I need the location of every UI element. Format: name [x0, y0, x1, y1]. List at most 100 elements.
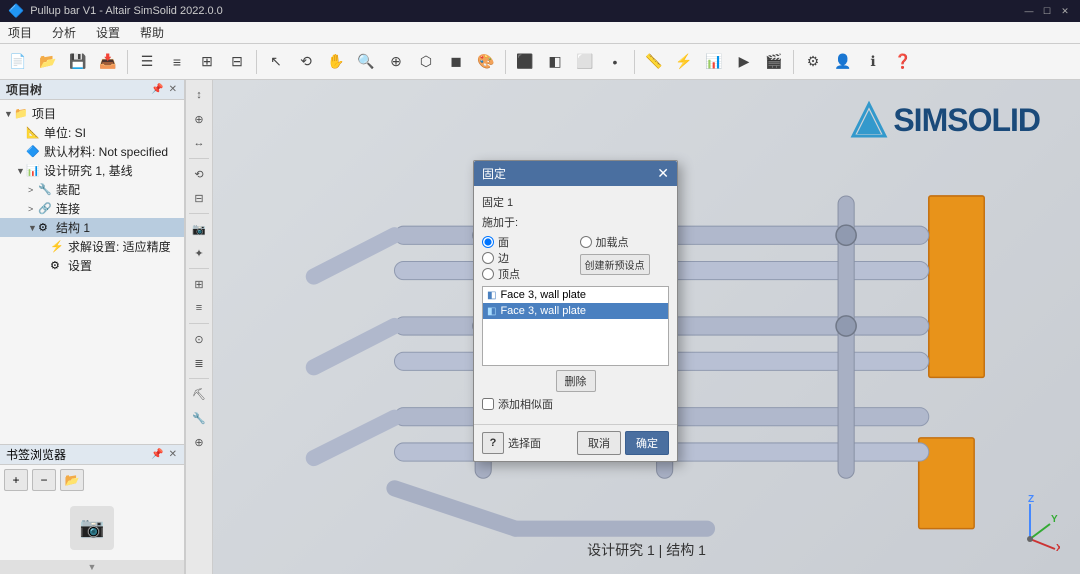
tree-icon-connection: 🔗	[38, 202, 54, 215]
menu-help[interactable]: 帮助	[136, 22, 168, 43]
panel-pin-icon[interactable]: 📌	[150, 83, 164, 96]
bookmark-panel-icons: 📌 ✕	[150, 448, 178, 461]
close-button[interactable]: ✕	[1058, 4, 1072, 18]
rt-grid[interactable]: ⊞	[187, 273, 211, 295]
rt-select[interactable]: ↕	[187, 84, 211, 106]
main-layout: 项目树 📌 ✕ ▼ 📁 项目 📐 单位: SI 🔷 默认材	[0, 80, 1080, 574]
tb-video[interactable]: 🎬	[760, 48, 788, 76]
tree-item-assembly[interactable]: > 🔧 装配	[0, 180, 184, 199]
main-toolbar: 📄 📂 💾 📥 ☰ ≡ ⊞ ⊟ ↖ ⟲ ✋ 🔍 ⊕ ⬡ ◼ 🎨 ⬛ ◧ ⬜ • …	[0, 44, 1080, 80]
tb-face[interactable]: ◧	[541, 48, 569, 76]
tree-item-unit[interactable]: 📐 单位: SI	[0, 123, 184, 142]
applies-to-label: 施加于:	[482, 214, 669, 230]
tb-grid[interactable]: ⊞	[193, 48, 221, 76]
sep2	[256, 50, 257, 74]
rt-rotate[interactable]: ⟲	[187, 163, 211, 185]
tb-zoom2[interactable]: ⊕	[382, 48, 410, 76]
bookmark-delete-btn[interactable]: −	[32, 469, 56, 491]
cancel-button[interactable]: 取消	[577, 431, 621, 455]
radio-edge-input[interactable]	[482, 252, 494, 264]
tb-open[interactable]: 📂	[34, 48, 62, 76]
tb-new[interactable]: 📄	[4, 48, 32, 76]
tree-item-structure[interactable]: ▼ ⚙ 结构 1	[0, 218, 184, 237]
face-item-2-icon: ◧	[487, 306, 496, 317]
tb-import[interactable]: 📥	[94, 48, 122, 76]
modal-overlay: 固定 ✕ 固定 1 施加于: 面	[213, 80, 1080, 574]
similar-faces-checkbox[interactable]	[482, 398, 494, 410]
menu-settings[interactable]: 设置	[92, 22, 124, 43]
bookmark-close-icon[interactable]: ✕	[168, 448, 178, 461]
ok-button[interactable]: 确定	[625, 431, 669, 455]
create-node-button[interactable]: 创建新预设点	[580, 254, 650, 275]
delete-button[interactable]: 删除	[556, 370, 596, 392]
tree-item-material[interactable]: 🔷 默认材料: Not specified	[0, 142, 184, 161]
panel-close-icon[interactable]: ✕	[168, 83, 178, 96]
title-bar: 🔷 Pullup bar V1 - Altair SimSolid 2022.0…	[0, 0, 1080, 22]
tree-item-solve[interactable]: ⚡ 求解设置: 适应精度	[0, 237, 184, 256]
radio-loadpoint-label: 加载点	[596, 234, 629, 250]
face-item-2[interactable]: ◧ Face 3, wall plate	[483, 303, 668, 319]
radio-group-row1: 面 边 顶点	[482, 234, 669, 282]
tb-calc[interactable]: ⚡	[670, 48, 698, 76]
tb-zoom[interactable]: 🔍	[352, 48, 380, 76]
rt-list[interactable]: ≡	[187, 297, 211, 319]
rt-star[interactable]: ✦	[187, 242, 211, 264]
rt-camera[interactable]: 📷	[187, 218, 211, 240]
tree-item-settings[interactable]: ⚙ 设置	[0, 256, 184, 275]
rt-plus[interactable]: ⊕	[187, 431, 211, 453]
rt-pick[interactable]: ⛏	[187, 383, 211, 405]
tb-edge[interactable]: ⬜	[571, 48, 599, 76]
tb-cube[interactable]: ⬛	[511, 48, 539, 76]
tb-help[interactable]: ❓	[889, 48, 917, 76]
tree-item-project[interactable]: ▼ 📁 项目	[0, 104, 184, 123]
face-list[interactable]: ◧ Face 3, wall plate ◧ Face 3, wall plat…	[482, 286, 669, 366]
tb-settings[interactable]: ⚙	[799, 48, 827, 76]
tb-chart[interactable]: 📊	[700, 48, 728, 76]
bookmark-pin-icon[interactable]: 📌	[150, 448, 164, 461]
tb-shaded[interactable]: ◼	[442, 48, 470, 76]
help-button[interactable]: ?	[482, 432, 504, 454]
radio-vertex-input[interactable]	[482, 268, 494, 280]
tb-pan[interactable]: ✋	[322, 48, 350, 76]
tree-item-study[interactable]: ▼ 📊 设计研究 1, 基线	[0, 161, 184, 180]
bookmark-add-btn[interactable]: +	[4, 469, 28, 491]
tree-item-connection[interactable]: > 🔗 连接	[0, 199, 184, 218]
left-panel: 项目树 📌 ✕ ▼ 📁 项目 📐 单位: SI 🔷 默认材	[0, 80, 185, 574]
maximize-button[interactable]: ☐	[1040, 4, 1054, 18]
menu-project[interactable]: 项目	[4, 22, 36, 43]
tb-grid2[interactable]: ⊟	[223, 48, 251, 76]
tb-render[interactable]: 🎨	[472, 48, 500, 76]
title-bar-controls[interactable]: — ☐ ✕	[1022, 4, 1072, 18]
bookmark-folder-btn[interactable]: 📂	[60, 469, 84, 491]
rt-lines[interactable]: ≣	[187, 352, 211, 374]
face-item-1[interactable]: ◧ Face 3, wall plate	[483, 287, 668, 303]
tree-icon-settings: ⚙	[50, 259, 66, 272]
rt-wrench[interactable]: 🔧	[187, 407, 211, 429]
tb-person[interactable]: 👤	[829, 48, 857, 76]
tb-info[interactable]: ℹ	[859, 48, 887, 76]
dialog-body: 固定 1 施加于: 面 边	[474, 186, 677, 424]
tb-list2[interactable]: ≡	[163, 48, 191, 76]
tb-vertex[interactable]: •	[601, 48, 629, 76]
viewport[interactable]: SIMSOLID	[213, 80, 1080, 574]
tb-select[interactable]: ↖	[262, 48, 290, 76]
tb-rotate[interactable]: ⟲	[292, 48, 320, 76]
menu-analysis[interactable]: 分析	[48, 22, 80, 43]
tb-save[interactable]: 💾	[64, 48, 92, 76]
tb-wire[interactable]: ⬡	[412, 48, 440, 76]
radio-face-input[interactable]	[482, 236, 494, 248]
tb-measure[interactable]: 📏	[640, 48, 668, 76]
tb-anim[interactable]: ▶	[730, 48, 758, 76]
tb-list[interactable]: ☰	[133, 48, 161, 76]
rt-pan[interactable]: ↔	[187, 132, 211, 154]
tree-label-project: 项目	[32, 105, 56, 122]
rt-zoom-out[interactable]: ⊟	[187, 187, 211, 209]
radio-loadpoint-input[interactable]	[580, 236, 592, 248]
rt-zoom-in[interactable]: ⊕	[187, 108, 211, 130]
dialog-close-button[interactable]: ✕	[657, 165, 669, 182]
rt-circle[interactable]: ⊙	[187, 328, 211, 350]
bookmark-resize-handle[interactable]: ▼	[0, 560, 184, 574]
sep3	[505, 50, 506, 74]
minimize-button[interactable]: —	[1022, 4, 1036, 18]
tree-label-study: 设计研究 1, 基线	[44, 162, 133, 179]
